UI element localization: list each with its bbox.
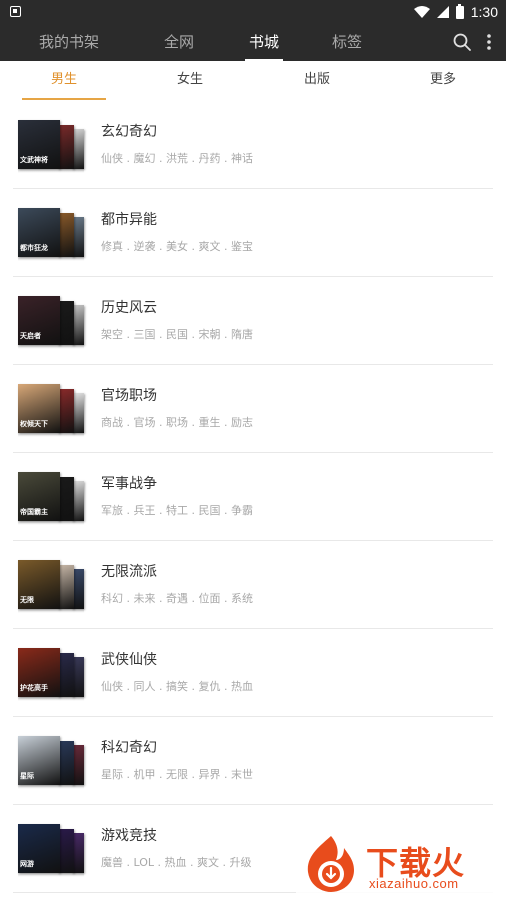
category-title: 军事战争 xyxy=(101,476,157,492)
subtab-female[interactable]: 女生 xyxy=(130,61,250,99)
book-cover: 权倾天下 xyxy=(18,384,60,433)
shelf-shadow xyxy=(18,697,84,701)
subtab-male[interactable]: 男生 xyxy=(4,61,124,99)
shelf-shadow xyxy=(18,345,84,349)
book-cover: 都市狂龙 xyxy=(18,208,60,257)
book-cover-caption: 网游 xyxy=(20,860,34,868)
book-cover-caption: 天启者 xyxy=(20,332,41,340)
category-title: 官场职场 xyxy=(101,388,157,404)
shelf-shadow xyxy=(18,785,84,789)
book-cover: 帝国霸主 xyxy=(18,472,60,521)
status-icons: 1:30 xyxy=(413,3,498,21)
shelf-shadow xyxy=(18,257,84,261)
book-cover: 无限 xyxy=(18,560,60,609)
category-list-item[interactable]: 天启者 历史风云架空 . 三国 . 民国 . 宋朝 . 隋唐 xyxy=(0,277,506,365)
category-tags: 科幻 . 未来 . 奇遇 . 位面 . 系统 xyxy=(101,592,253,605)
category-list-item[interactable]: 护花高手 武侠仙侠仙侠 . 同人 . 搞笑 . 复仇 . 热血 xyxy=(0,629,506,717)
category-tags: 架空 . 三国 . 民国 . 宋朝 . 隋唐 xyxy=(101,328,253,341)
category-tags: 魔兽 . LOL . 热血 . 爽文 . 升级 xyxy=(101,856,252,869)
flame-logo-icon xyxy=(307,836,354,892)
book-cover xyxy=(58,741,74,785)
category-title: 游戏竞技 xyxy=(101,828,157,844)
book-cover-caption: 星际 xyxy=(20,772,34,780)
category-title: 武侠仙侠 xyxy=(101,652,157,668)
book-cover xyxy=(58,213,74,257)
category-title: 玄幻奇幻 xyxy=(101,124,157,140)
book-cover xyxy=(58,301,74,345)
book-covers-image: 天启者 xyxy=(18,295,86,349)
category-tags: 仙侠 . 魔幻 . 洪荒 . 丹药 . 神话 xyxy=(101,152,253,165)
book-covers-image: 护花高手 xyxy=(18,647,86,701)
status-bar: 1:30 xyxy=(0,0,506,24)
book-cover: 网游 xyxy=(18,824,60,873)
book-cover xyxy=(58,477,74,521)
battery-icon xyxy=(455,3,464,19)
top-toolbar: 我的书架 全网 书城 标签 xyxy=(0,24,506,61)
book-cover-caption: 护花高手 xyxy=(20,684,48,692)
notification-app-icon xyxy=(10,6,21,17)
category-title: 历史风云 xyxy=(101,300,157,316)
category-tags: 星际 . 机甲 . 无限 . 异界 . 末世 xyxy=(101,768,253,781)
tab-bookshelf[interactable]: 我的书架 xyxy=(36,24,102,61)
book-cover: 护花高手 xyxy=(18,648,60,697)
status-time: 1:30 xyxy=(470,4,498,20)
category-tags: 修真 . 逆袭 . 美女 . 爽文 . 鉴宝 xyxy=(101,240,253,253)
category-title: 无限流派 xyxy=(101,564,157,580)
category-title: 科幻奇幻 xyxy=(101,740,157,756)
book-cover: 星际 xyxy=(18,736,60,785)
book-covers-image: 文武神将 xyxy=(18,119,86,173)
book-cover-caption: 都市狂龙 xyxy=(20,244,48,252)
book-covers-image: 权倾天下 xyxy=(18,383,86,437)
category-list-item[interactable]: 帝国霸主 军事战争军旅 . 兵王 . 特工 . 民国 . 争霸 xyxy=(0,453,506,541)
signal-icon xyxy=(436,6,449,18)
search-icon[interactable] xyxy=(452,32,472,52)
category-list-item[interactable]: 星际 科幻奇幻星际 . 机甲 . 无限 . 异界 . 末世 xyxy=(0,717,506,805)
subtab-published[interactable]: 出版 xyxy=(257,61,377,99)
shelf-shadow xyxy=(18,609,84,613)
book-covers-image: 都市狂龙 xyxy=(18,207,86,261)
tab-tags[interactable]: 标签 xyxy=(330,24,364,61)
book-covers-image: 帝国霸主 xyxy=(18,471,86,525)
shelf-shadow xyxy=(18,169,84,173)
book-cover-caption: 无限 xyxy=(20,596,34,604)
shelf-shadow xyxy=(18,433,84,437)
subtab-active-indicator xyxy=(22,98,106,100)
watermark-url: xiazaihuo.com xyxy=(369,876,459,891)
book-cover xyxy=(58,653,74,697)
book-cover xyxy=(58,829,74,873)
watermark: 下载火 xiazaihuo.com xyxy=(296,832,504,898)
category-title: 都市异能 xyxy=(101,212,157,228)
category-list-item[interactable]: 文武神将 玄幻奇幻仙侠 . 魔幻 . 洪荒 . 丹药 . 神话 xyxy=(0,101,506,189)
book-covers-image: 无限 xyxy=(18,559,86,613)
book-covers-image: 网游 xyxy=(18,823,86,877)
wifi-icon xyxy=(413,6,430,18)
category-subtabs: 男生 女生 出版 更多 xyxy=(0,61,506,101)
book-cover-caption: 帝国霸主 xyxy=(20,508,48,516)
category-tags: 军旅 . 兵王 . 特工 . 民国 . 争霸 xyxy=(101,504,253,517)
book-cover: 文武神将 xyxy=(18,120,60,169)
category-tags: 仙侠 . 同人 . 搞笑 . 复仇 . 热血 xyxy=(101,680,253,693)
shelf-shadow xyxy=(18,873,84,877)
book-cover xyxy=(58,125,74,169)
category-list: 文武神将 玄幻奇幻仙侠 . 魔幻 . 洪荒 . 丹药 . 神话都市狂龙 都市异能修真… xyxy=(0,101,506,893)
category-list-item[interactable]: 无限 无限流派科幻 . 未来 . 奇遇 . 位面 . 系统 xyxy=(0,541,506,629)
shelf-shadow xyxy=(18,521,84,525)
more-options-icon[interactable] xyxy=(482,31,496,53)
book-cover xyxy=(58,389,74,433)
book-cover xyxy=(58,565,74,609)
tab-whole-web[interactable]: 全网 xyxy=(162,24,196,61)
category-list-item[interactable]: 都市狂龙 都市异能修真 . 逆袭 . 美女 . 爽文 . 鉴宝 xyxy=(0,189,506,277)
category-list-item[interactable]: 权倾天下 官场职场商战 . 官场 . 职场 . 重生 . 励志 xyxy=(0,365,506,453)
category-tags: 商战 . 官场 . 职场 . 重生 . 励志 xyxy=(101,416,253,429)
book-cover-caption: 文武神将 xyxy=(20,156,48,164)
tab-bookstore[interactable]: 书城 xyxy=(245,24,283,61)
book-cover-caption: 权倾天下 xyxy=(20,420,48,428)
book-covers-image: 星际 xyxy=(18,735,86,789)
subtab-more[interactable]: 更多 xyxy=(383,61,503,99)
book-cover: 天启者 xyxy=(18,296,60,345)
